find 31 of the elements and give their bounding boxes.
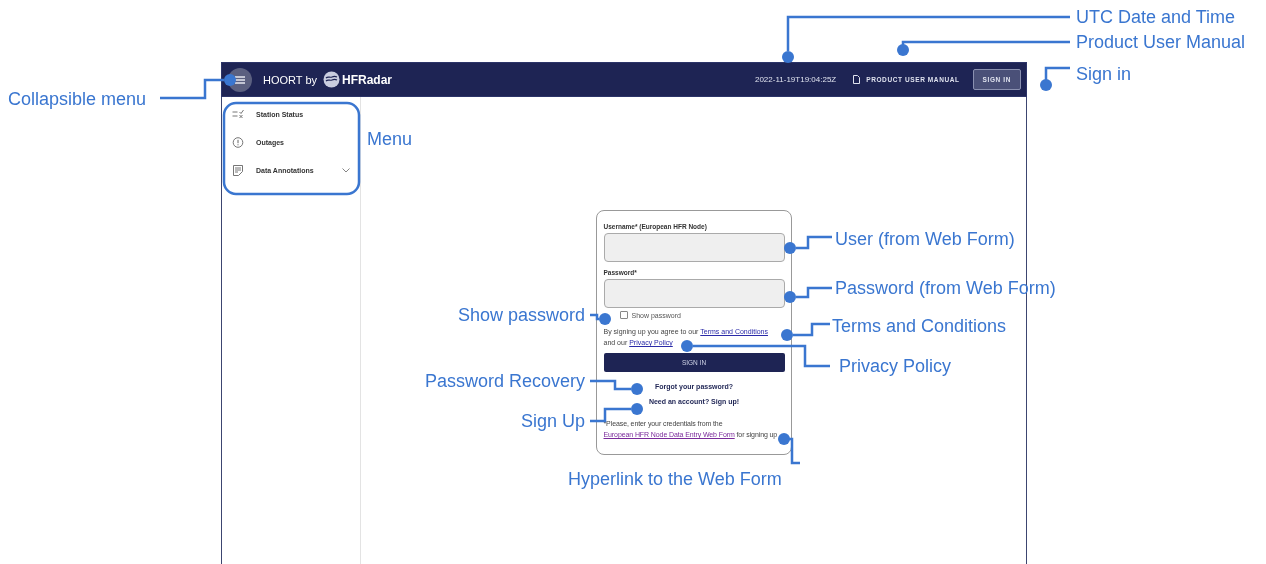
- username-field[interactable]: [603, 233, 785, 262]
- callout-label: User (from Web Form): [835, 229, 1015, 249]
- app-title: HOORT by: [263, 73, 317, 86]
- callout-label: Menu: [367, 129, 413, 149]
- password-field[interactable]: [603, 279, 785, 308]
- logo-text: HFRadar: [342, 72, 392, 87]
- menu-icon: [235, 75, 245, 84]
- note-icon: [232, 164, 244, 176]
- callout-label: Sign Up: [520, 411, 585, 431]
- chevron-down-icon: [342, 167, 350, 173]
- leader-line: [1040, 66, 1070, 91]
- leader-line: [590, 379, 643, 395]
- leader-line: [590, 313, 611, 325]
- logo-icon: [323, 71, 340, 88]
- callout-label: Terms and Conditions: [832, 316, 1007, 336]
- callout-label: Privacy Policy: [839, 356, 952, 376]
- callout-label: Product User Manual: [1076, 32, 1246, 52]
- callout-label: UTC Date and Time: [1076, 7, 1236, 27]
- leader-line: [784, 235, 832, 254]
- document-icon: [853, 75, 861, 84]
- leader-line: [778, 433, 800, 465]
- utc-datetime: 2022-11-19T19:04:25Z: [754, 75, 837, 84]
- leader-line: [784, 286, 832, 303]
- leader-line: [590, 403, 643, 423]
- callout-label: Password Recovery: [424, 371, 585, 391]
- callout-label: Sign in: [1076, 64, 1132, 84]
- alert-icon: [232, 136, 244, 148]
- list-check-icon: [232, 109, 244, 119]
- callout-label: Hyperlink to the Web Form: [568, 469, 782, 489]
- callout-label: Show password: [457, 305, 585, 325]
- callout-label: Collapsible menu: [8, 89, 147, 109]
